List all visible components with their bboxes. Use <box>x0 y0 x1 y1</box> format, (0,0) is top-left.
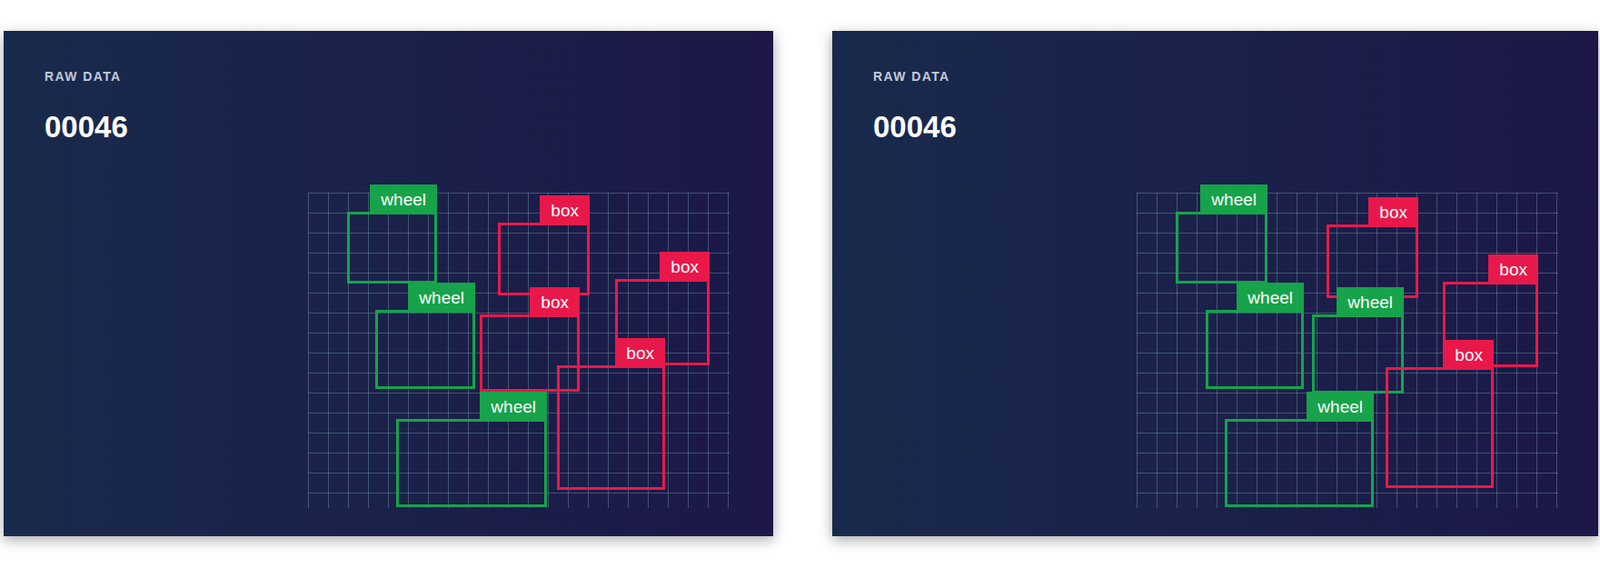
card-label: RAW DATA <box>44 67 774 86</box>
box-label: wheel <box>407 282 476 313</box>
bounding-box[interactable]: box <box>497 222 590 296</box>
raw-data-card: RAW DATA00046wheelboxboxwheelwheelboxwhe… <box>832 30 1599 537</box>
bounding-box[interactable]: wheel <box>1311 314 1404 394</box>
box-label: box <box>1488 254 1539 285</box>
bounding-box[interactable]: box <box>1385 367 1494 488</box>
box-label: wheel <box>1200 184 1268 215</box>
box-label: wheel <box>369 184 438 215</box>
mat-grid <box>1136 192 1559 508</box>
mat-grid <box>308 192 730 508</box>
raw-data-card: RAW DATA00046wheelboxboxwheelboxboxwheel <box>3 30 774 537</box>
box-label: box <box>1368 197 1419 228</box>
box-label: wheel <box>1306 391 1374 422</box>
bounding-box[interactable]: box <box>556 365 666 490</box>
sample-image: wheelboxboxwheelwheelboxwheel <box>1136 192 1559 508</box>
box-label: box <box>539 195 590 226</box>
card-label: RAW DATA <box>873 67 1599 86</box>
box-label: wheel <box>1236 282 1304 313</box>
bounding-box[interactable]: wheel <box>1205 309 1304 389</box>
box-label: box <box>1443 339 1494 370</box>
sample-id: 00046 <box>873 109 1599 146</box>
box-label: wheel <box>1336 287 1404 318</box>
sample-image: wheelboxboxwheelboxboxwheel <box>308 192 730 508</box>
bounding-box[interactable]: wheel <box>347 211 438 284</box>
bounding-box[interactable]: wheel <box>375 309 476 389</box>
bounding-box[interactable]: box <box>479 314 580 392</box>
bounding-box[interactable]: wheel <box>1175 211 1268 284</box>
sample-id: 00046 <box>44 109 774 146</box>
bounding-box[interactable]: wheel <box>1224 418 1374 507</box>
box-label: wheel <box>479 391 547 422</box>
box-label: box <box>615 337 666 368</box>
box-label: box <box>659 251 710 282</box>
box-label: box <box>529 287 580 318</box>
bounding-box[interactable]: wheel <box>396 418 547 507</box>
